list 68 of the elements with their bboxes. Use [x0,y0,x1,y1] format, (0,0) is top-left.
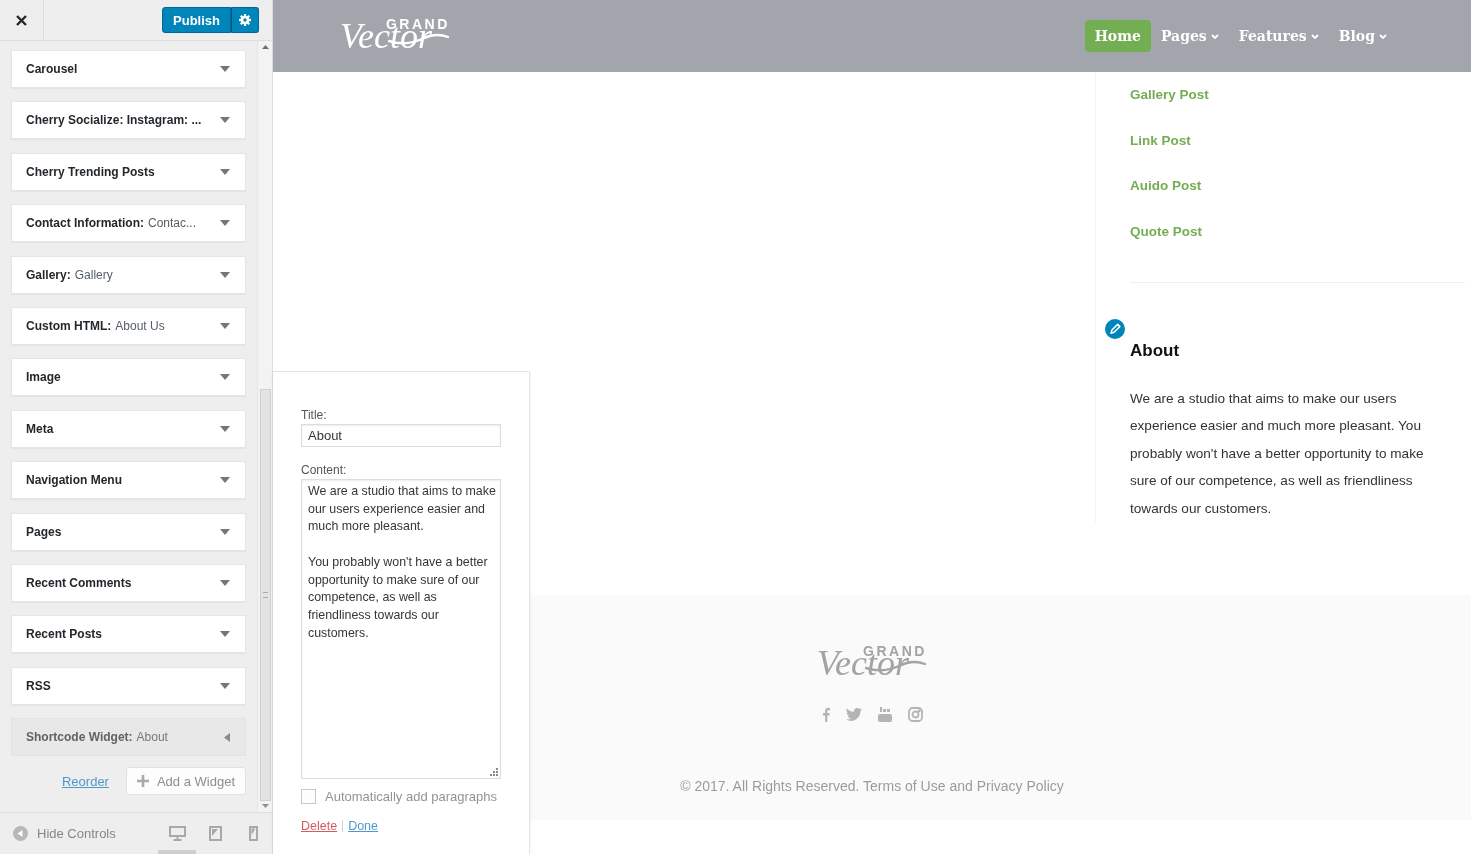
close-icon [16,14,27,26]
widget-item[interactable]: Meta [11,409,246,448]
title-input[interactable]: About [301,424,501,447]
nav-link[interactable]: Home [1084,20,1151,52]
scroll-up-arrow-icon[interactable] [261,45,269,49]
caret-down-icon [220,682,230,689]
resize-grip-icon[interactable] [490,768,498,776]
caret-down-icon [220,374,230,381]
gear-icon [239,14,251,26]
widget-item[interactable]: Cherry Trending Posts [11,152,246,191]
desktop-icon [168,826,186,841]
content-label: Content: [301,462,348,478]
chevron-down-icon [1379,33,1387,39]
caret-left-icon [224,732,230,742]
hide-controls-button[interactable]: Hide Controls [0,813,158,854]
caret-down-icon [220,220,230,227]
plus-icon [136,775,149,788]
settings-button[interactable] [231,7,259,33]
title-label: Title: [301,407,328,423]
caret-down-icon [220,66,230,72]
scrollbar[interactable] [257,41,272,812]
widget-item[interactable]: Recent Comments [11,563,246,602]
caret-down-icon [220,117,230,124]
caret-down-icon [220,425,230,432]
widget-heading: About [1130,339,1181,362]
chevron-down-icon [1310,33,1319,39]
reorder-link[interactable]: Reorder [62,773,109,789]
menu-link[interactable]: Quote Post [1130,208,1465,255]
checkbox-label: Automatically add paragraphs [325,789,497,804]
caret-down-icon [220,579,230,586]
arrow-left-circle-icon [13,826,28,841]
about-text: We are a studio that aims to make our users experience easier and much more pleasant. You probably won't have a better opportunity to make sure of our competence, as well as friendliness towards our customers. [1130,389,1425,518]
content-textarea[interactable]: We are a studio that aims to make our users experience easier and much more pleasant. You probably won't have a better opportunity to make sure of our competence, as well as friendliness towards our customers. [301,479,501,779]
checkbox[interactable] [301,789,316,804]
widget-item[interactable]: Navigation Menu [11,461,246,500]
widget-item[interactable]: Gallery: Gallery [11,255,246,294]
facebook-icon[interactable] [821,707,830,722]
mobile-icon [248,826,258,841]
scroll-down-arrow-icon[interactable] [261,804,269,808]
pencil-icon[interactable] [1103,316,1127,341]
widget-item[interactable]: Custom HTML: About Us [11,306,246,345]
youtube-icon[interactable] [877,707,892,722]
widget-item[interactable]: Image [11,358,246,397]
caret-down-icon [220,322,230,329]
widget-item[interactable]: Recent Posts [11,615,246,654]
caret-down-icon [220,271,230,278]
menu-link[interactable]: Link Post [1130,117,1465,164]
menu-link[interactable]: Auido Post [1130,163,1465,209]
add-widget-button[interactable]: Add a Widget [125,767,246,796]
caret-down-icon [220,477,230,484]
instagram-icon[interactable] [907,707,923,722]
widget-item[interactable]: Contact Information: Contac... [11,204,246,243]
widget-item[interactable]: Cherry Socialize: Instagram: ... [11,101,246,140]
caret-down-icon [220,168,230,175]
widget-item[interactable]: Carousel [11,50,246,88]
caret-down-icon [220,631,230,638]
twitter-icon[interactable] [845,708,862,721]
copyright-text: © 2017. All Rights Reserved. Terms of Use and Privacy Policy [680,778,1064,794]
widget-item[interactable]: Shortcode Widget: About [11,718,246,757]
publish-button[interactable]: Publish [162,7,231,33]
chevron-down-icon [1210,33,1219,39]
delete-link[interactable]: Delete [301,819,338,833]
tablet-icon [208,826,222,841]
caret-down-icon [220,528,230,535]
done-link[interactable]: Done [348,819,379,833]
widget-item[interactable]: Pages [11,512,246,551]
widget-item[interactable]: RSS [11,666,246,705]
menu-link[interactable]: Gallery Post [1130,72,1465,118]
